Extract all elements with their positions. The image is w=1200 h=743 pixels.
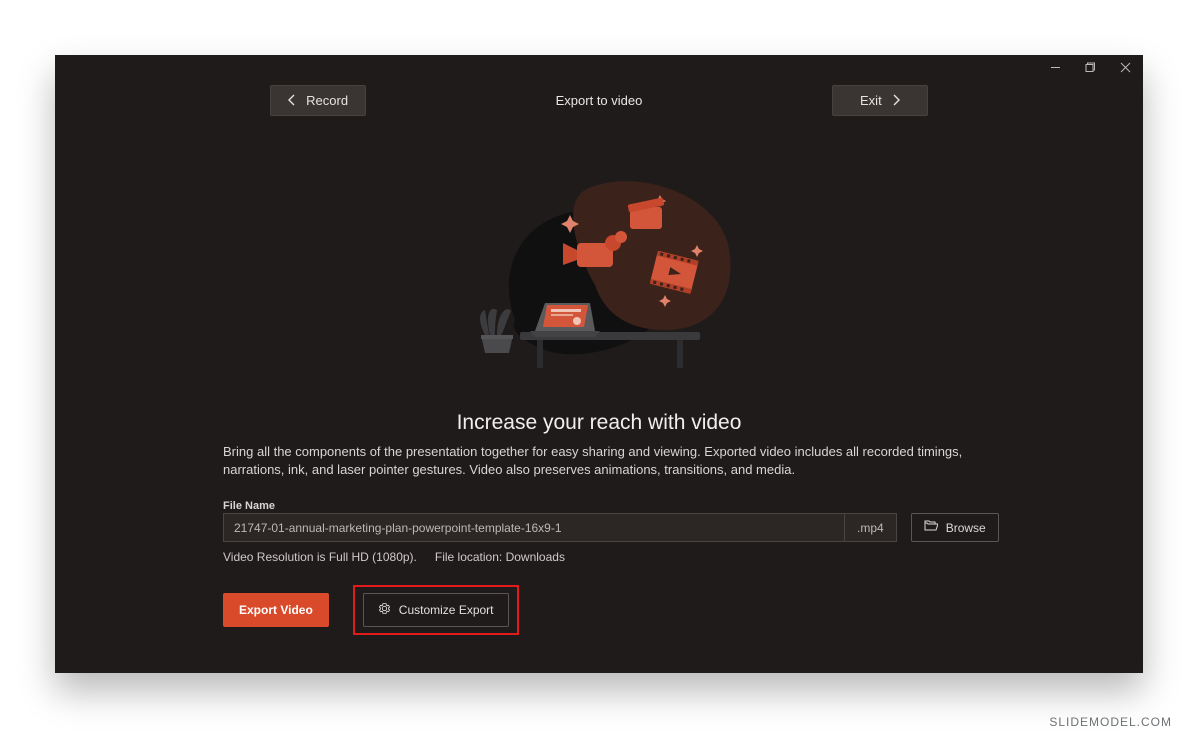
export-video-label: Export Video xyxy=(239,603,313,617)
export-illustration xyxy=(435,155,775,385)
customize-export-label: Customize Export xyxy=(399,603,494,617)
resolution-text: Video Resolution is Full HD (1080p). xyxy=(223,550,417,564)
browse-button[interactable]: Browse xyxy=(911,513,999,542)
file-name-row: .mp4 Browse xyxy=(223,513,999,542)
chevron-left-icon xyxy=(287,94,296,106)
customize-export-button[interactable]: Customize Export xyxy=(363,593,509,627)
annotation-highlight: Customize Export xyxy=(353,585,519,635)
file-extension-badge: .mp4 xyxy=(845,513,897,542)
file-location-text: File location: Downloads xyxy=(435,550,565,564)
restore-icon[interactable] xyxy=(1085,62,1096,73)
file-name-input[interactable] xyxy=(223,513,845,542)
chevron-right-icon xyxy=(892,94,901,106)
gear-icon xyxy=(378,602,391,618)
exit-button[interactable]: Exit xyxy=(832,85,928,116)
app-window: Record Export to video Exit xyxy=(55,55,1143,673)
page-title: Export to video xyxy=(556,93,643,108)
export-video-button[interactable]: Export Video xyxy=(223,593,329,627)
meta-row: Video Resolution is Full HD (1080p). Fil… xyxy=(223,550,565,564)
description: Bring all the components of the presenta… xyxy=(223,443,989,478)
folder-open-icon xyxy=(924,520,938,535)
window-controls xyxy=(1050,62,1131,73)
top-bar: Record Export to video Exit xyxy=(55,79,1143,121)
headline: Increase your reach with video xyxy=(55,411,1143,435)
back-record-label: Record xyxy=(306,93,348,108)
minimize-icon[interactable] xyxy=(1050,62,1061,73)
back-record-button[interactable]: Record xyxy=(270,85,366,116)
action-row: Export Video Customize Export xyxy=(223,585,519,635)
watermark: SLIDEMODEL.COM xyxy=(1049,715,1172,729)
file-name-label: File Name xyxy=(223,500,275,512)
exit-label: Exit xyxy=(860,93,882,108)
close-icon[interactable] xyxy=(1120,62,1131,73)
browse-label: Browse xyxy=(946,521,986,535)
